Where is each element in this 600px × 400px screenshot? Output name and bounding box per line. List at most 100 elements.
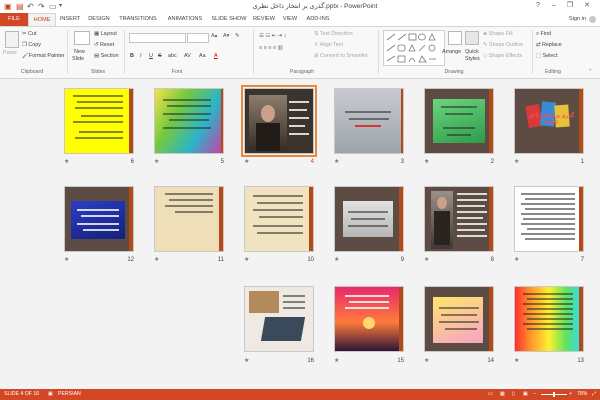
- shape-fill-button[interactable]: ◈ Shape Fill: [483, 31, 513, 38]
- grow-font-icon[interactable]: A▴: [211, 33, 217, 40]
- slide-thumbnail-13[interactable]: [514, 286, 584, 352]
- animation-star-icon[interactable]: ★: [154, 257, 159, 264]
- animation-star-icon[interactable]: ★: [514, 159, 519, 166]
- customize-toolbar-icon[interactable]: ▾: [59, 2, 62, 11]
- fit-to-window-icon[interactable]: ⤢: [592, 389, 596, 400]
- tab-transitions[interactable]: TRANSITIONS: [116, 13, 160, 26]
- align-icons[interactable]: ≡ ≡ ≡ ≡ ▥: [259, 45, 283, 52]
- bold-button[interactable]: B: [130, 53, 134, 60]
- animation-star-icon[interactable]: ★: [334, 358, 339, 365]
- zoom-out-button[interactable]: –: [533, 389, 536, 400]
- replace-button[interactable]: ⇄ Replace: [536, 42, 562, 49]
- spell-check-icon[interactable]: ▣: [48, 389, 53, 400]
- tab-review[interactable]: REVIEW: [251, 13, 277, 26]
- slide-thumbnail-12[interactable]: [64, 186, 134, 252]
- slide-sorter-view-icon[interactable]: ▦: [500, 389, 505, 400]
- animation-star-icon[interactable]: ★: [334, 257, 339, 264]
- avatar[interactable]: [589, 16, 596, 23]
- slide-thumbnail-11[interactable]: [154, 186, 224, 252]
- close-button[interactable]: ✕: [580, 0, 594, 12]
- new-slide-button-2[interactable]: Slide: [72, 56, 84, 63]
- redo-icon[interactable]: ↷: [38, 2, 45, 11]
- quick-styles-button-2[interactable]: Styles: [465, 56, 480, 63]
- quick-styles-button[interactable]: Quick: [465, 49, 479, 56]
- tab-insert[interactable]: INSERT: [57, 13, 83, 26]
- slideshow-view-icon[interactable]: ▣: [523, 389, 528, 400]
- shape-effects-button[interactable]: ◇ Shape Effects: [483, 53, 522, 60]
- slide-thumbnail-5[interactable]: [154, 88, 224, 154]
- shapes-gallery[interactable]: [383, 30, 445, 66]
- tab-file[interactable]: FILE: [0, 13, 28, 26]
- tab-animations[interactable]: ANIMATIONS: [163, 13, 207, 26]
- copy-button[interactable]: ❐ Copy: [22, 42, 41, 49]
- slide-thumbnail-7[interactable]: [514, 186, 584, 252]
- change-case-button[interactable]: Aa: [199, 53, 206, 60]
- reading-view-icon[interactable]: ▯: [512, 389, 515, 400]
- shrink-font-icon[interactable]: A▾: [223, 33, 229, 40]
- animation-star-icon[interactable]: ★: [514, 257, 519, 264]
- slide-thumbnail-4-selected[interactable]: [241, 85, 317, 157]
- zoom-level[interactable]: 78%: [577, 389, 587, 400]
- minimize-button[interactable]: –: [547, 0, 561, 12]
- animation-star-icon[interactable]: ★: [244, 257, 249, 264]
- clear-formatting-icon[interactable]: ✎: [235, 33, 240, 40]
- font-size-box[interactable]: [187, 33, 209, 43]
- slide-thumbnail-3[interactable]: [334, 88, 404, 154]
- strikethrough-button[interactable]: S: [158, 53, 162, 60]
- tab-slide-show[interactable]: SLIDE SHOW: [209, 13, 249, 26]
- italic-button[interactable]: I: [140, 53, 142, 60]
- slide-thumbnail-6[interactable]: [64, 88, 134, 154]
- slide-thumbnail-16[interactable]: [244, 286, 314, 352]
- bullets-icon[interactable]: ☰ ☷ ⇤ ⇥ ↕: [259, 33, 286, 40]
- tab-view[interactable]: VIEW: [279, 13, 301, 26]
- layout-button[interactable]: ▦ Layout: [94, 31, 117, 38]
- slide-thumbnail-9[interactable]: [334, 186, 404, 252]
- animation-star-icon[interactable]: ★: [64, 257, 69, 264]
- slide-thumbnail-14[interactable]: [424, 286, 494, 352]
- undo-icon[interactable]: ↶: [27, 2, 34, 11]
- start-from-beginning-icon[interactable]: ▭: [49, 2, 57, 11]
- shape-outline-button[interactable]: ✎ Shape Outline: [483, 42, 523, 49]
- section-button[interactable]: ▤ Section: [94, 53, 119, 60]
- new-slide-button[interactable]: New: [74, 49, 85, 56]
- reset-button[interactable]: ↺ Reset: [94, 42, 114, 49]
- arrange-button[interactable]: Arrange: [442, 49, 461, 56]
- animation-star-icon[interactable]: ★: [514, 358, 519, 365]
- font-name-box[interactable]: [129, 33, 186, 43]
- animation-star-icon[interactable]: ★: [334, 159, 339, 166]
- zoom-in-button[interactable]: +: [569, 389, 572, 400]
- align-text-button[interactable]: ⇳ Align Text: [314, 42, 343, 49]
- slide-thumbnail-1[interactable]: گذری بر انتحار ذاخل نظری: [514, 88, 584, 154]
- paste-icon[interactable]: [5, 31, 19, 48]
- slide-thumbnail-15[interactable]: [334, 286, 404, 352]
- arrange-icon[interactable]: [448, 31, 462, 45]
- animation-star-icon[interactable]: ★: [154, 159, 159, 166]
- animation-star-icon[interactable]: ★: [424, 358, 429, 365]
- text-shadow-button[interactable]: abc: [168, 53, 177, 60]
- tab-design[interactable]: DESIGN: [85, 13, 113, 26]
- select-button[interactable]: ⬚ Select: [536, 53, 558, 60]
- animation-star-icon[interactable]: ★: [64, 159, 69, 166]
- save-icon[interactable]: ▤: [16, 2, 24, 11]
- convert-smartart-button[interactable]: ⊞ Convert to SmartArt: [314, 53, 368, 60]
- find-button[interactable]: ⌕ Find: [536, 31, 551, 38]
- normal-view-icon[interactable]: ▭: [488, 389, 493, 400]
- animation-star-icon[interactable]: ★: [244, 358, 249, 365]
- text-direction-button[interactable]: ⇅ Text Direction: [314, 31, 353, 38]
- new-slide-icon[interactable]: [74, 31, 90, 45]
- animation-star-icon[interactable]: ★: [424, 159, 429, 166]
- slide-thumbnail-10[interactable]: [244, 186, 314, 252]
- powerpoint-logo-icon[interactable]: ▣: [4, 2, 12, 11]
- slide-thumbnail-8[interactable]: [424, 186, 494, 252]
- language-indicator[interactable]: PERSIAN: [58, 389, 81, 400]
- slide-thumbnail-2[interactable]: [424, 88, 494, 154]
- font-color-button[interactable]: A: [214, 53, 218, 60]
- sign-in-link[interactable]: Sign in: [569, 13, 586, 26]
- help-button[interactable]: ?: [531, 0, 545, 12]
- tab-add-ins[interactable]: ADD-INS: [303, 13, 333, 26]
- animation-star-icon[interactable]: ★: [244, 159, 249, 166]
- character-spacing-button[interactable]: AV: [184, 53, 191, 60]
- restore-button[interactable]: ❐: [563, 0, 577, 12]
- collapse-ribbon-icon[interactable]: ⌃: [588, 69, 593, 76]
- zoom-slider-handle[interactable]: [553, 392, 555, 397]
